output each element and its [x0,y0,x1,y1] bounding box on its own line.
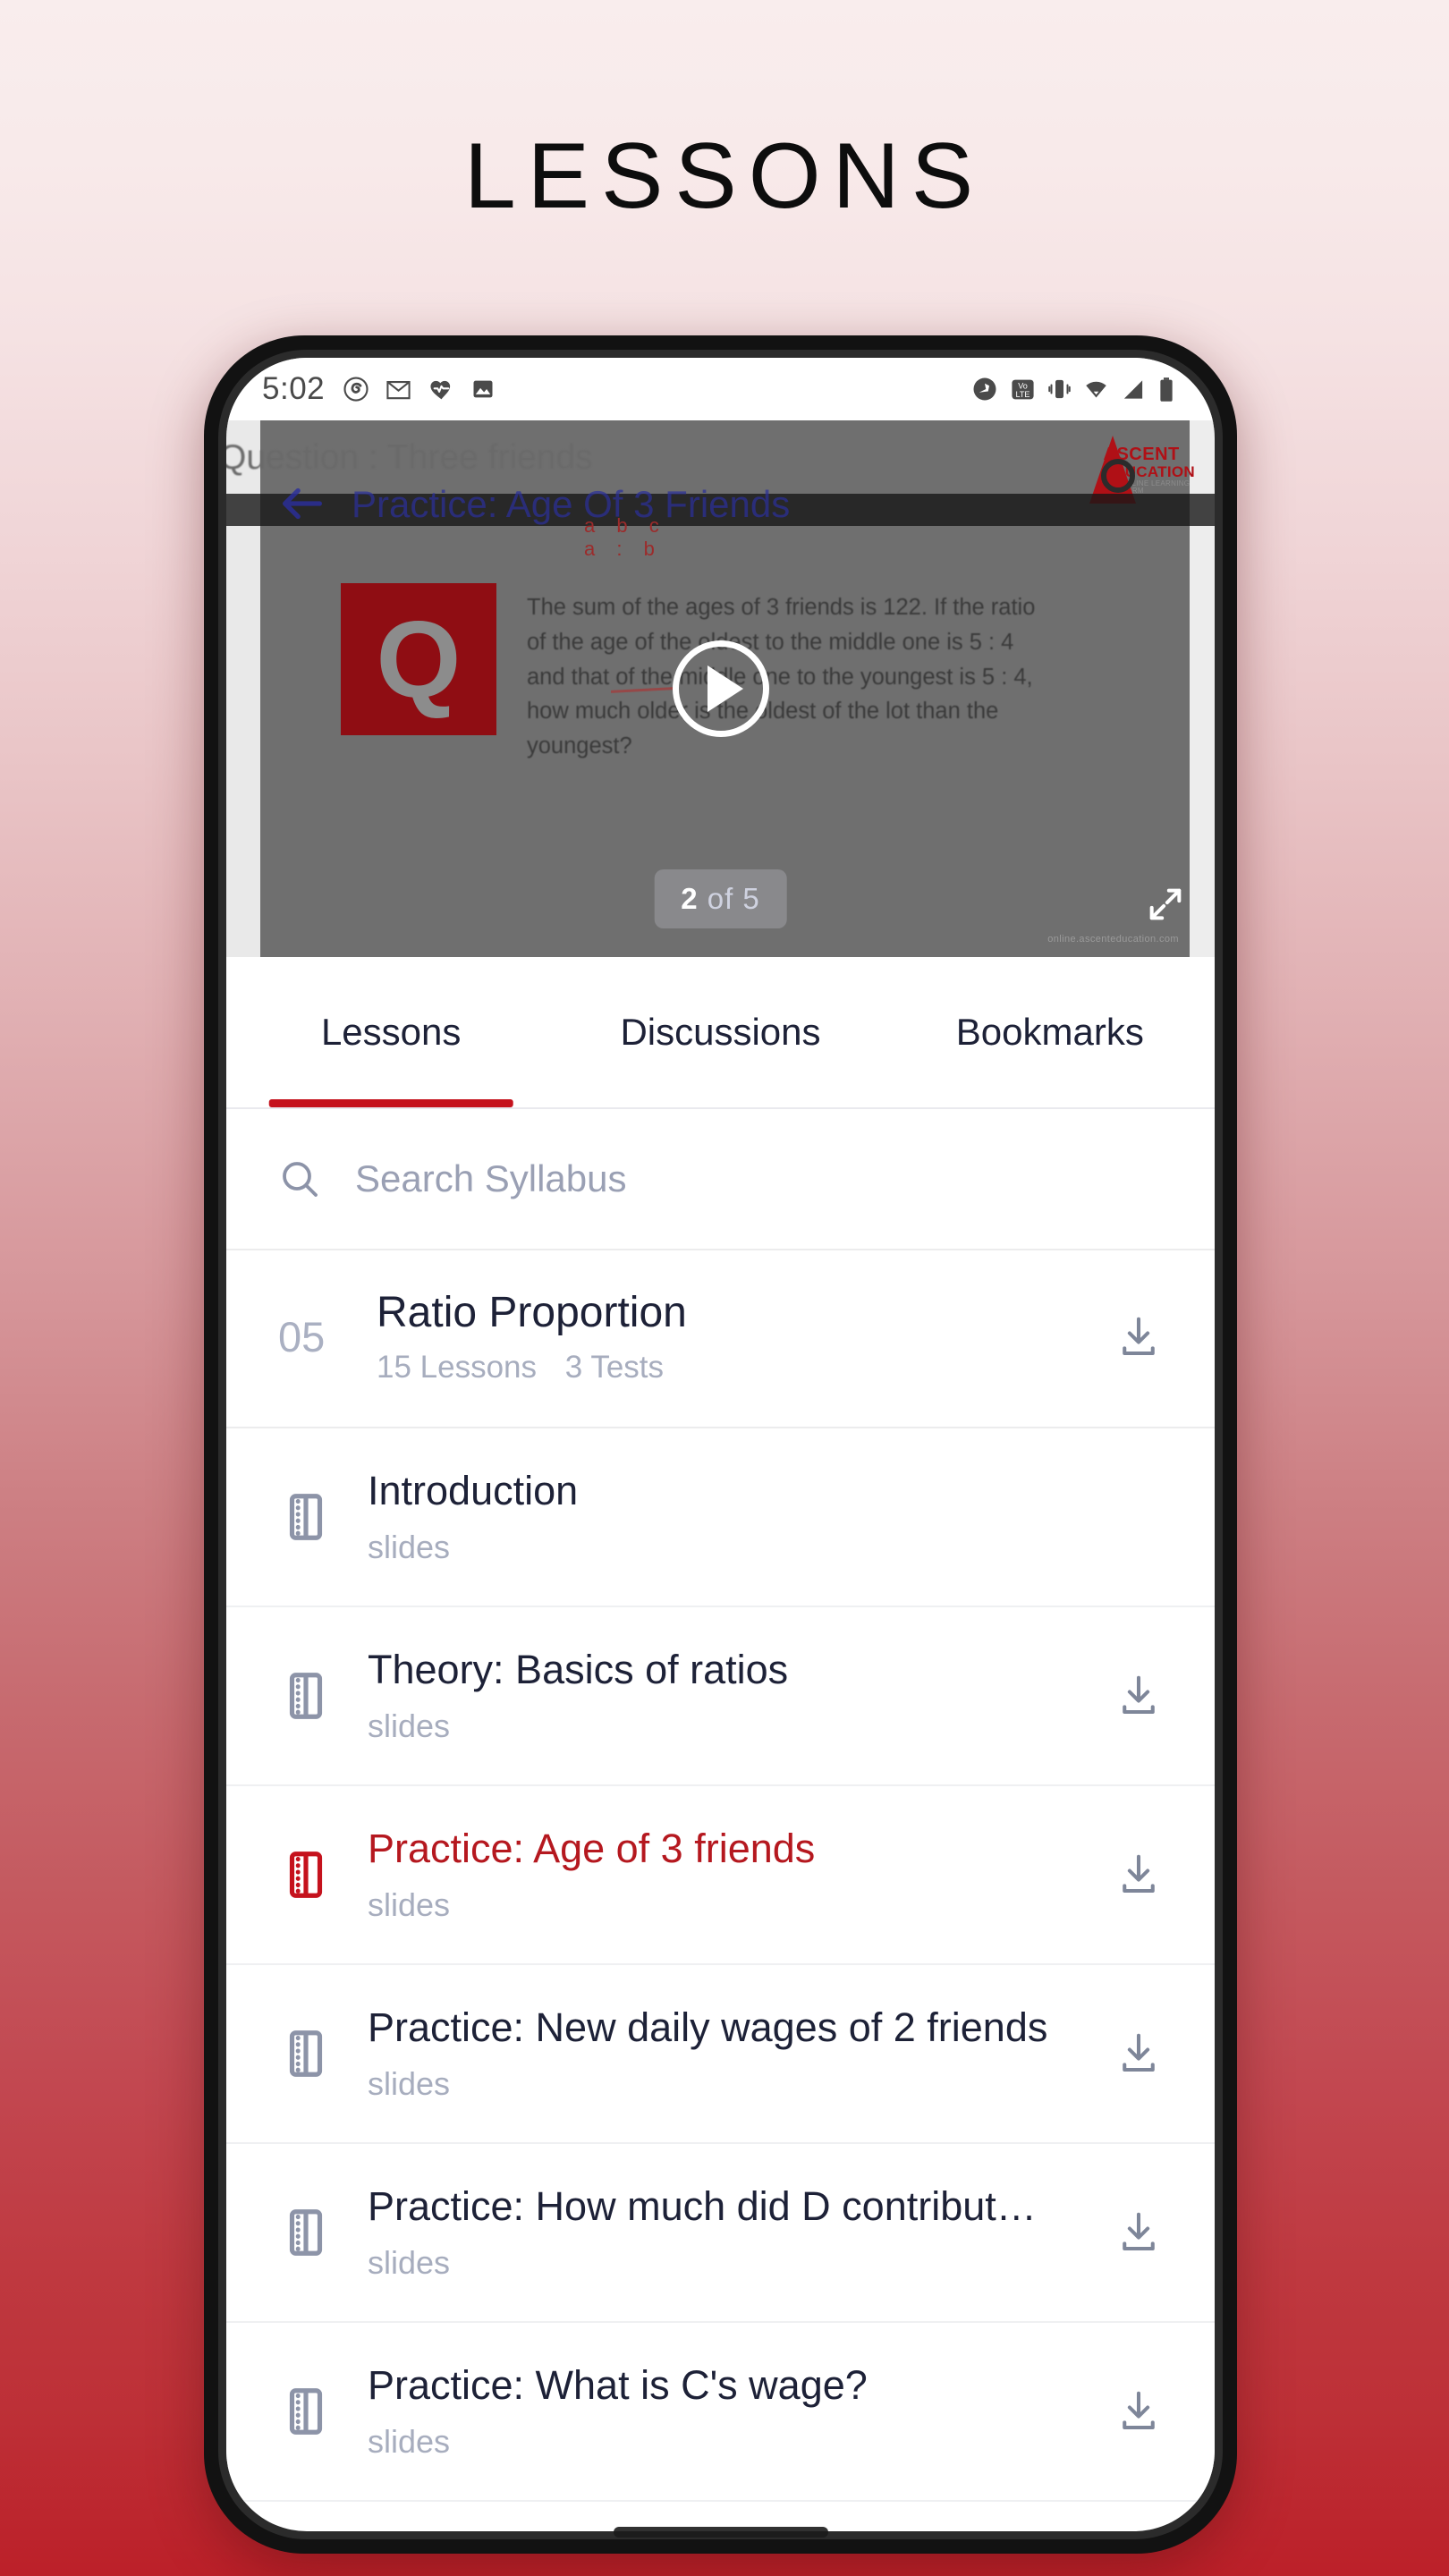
film-strip-icon [278,1847,334,1902]
film-strip-icon [278,1489,334,1545]
tab-bar: Lessons Discussions Bookmarks [226,957,1215,1109]
lesson-subtitle: slides [368,2423,451,2460]
lesson-title: Practice: New daily wages of 2 friends [368,2004,1048,2050]
tab-lessons-label: Lessons [320,1011,462,1053]
page-title: LESSONS [463,124,986,228]
battery-icon [1157,377,1175,402]
video-player[interactable]: Question : Three friends ASCENT EDUCATIO… [226,420,1215,957]
svg-text:LTE: LTE [1016,389,1030,398]
list-item-active[interactable]: Practice: Age of 3 friends slides [226,1786,1215,1965]
lesson-title: Practice: How much did D contribut… [368,2183,1037,2229]
annotation-line-2: a : b [584,538,663,561]
lesson-title: Practice: Age of 3 friends [368,1826,816,1871]
question-text: The sum of the ages of 3 friends is 122.… [527,595,1036,758]
spiral-icon [343,376,369,402]
vibrate-icon [1047,377,1072,402]
list-item[interactable]: Theory: Basics of ratios slides [226,1607,1215,1786]
lesson-download-icon[interactable] [1114,1851,1163,1899]
search-bar[interactable]: Search Syllabus [226,1109,1215,1250]
lesson-title: Practice: What is C's wage? [368,2362,868,2408]
tab-discussions[interactable]: Discussions [555,957,885,1107]
search-icon [278,1157,321,1200]
film-strip-icon [278,2384,334,2439]
film-strip-icon [278,1668,334,1724]
lesson-subtitle: slides [368,2244,451,2281]
lesson-download-icon[interactable] [1114,2387,1163,2436]
slide-current: 2 [681,882,699,915]
list-item[interactable]: Practice: How much did D contribut… slid… [226,2144,1215,2323]
lesson-text-block: Introduction slides [368,1468,1114,1566]
phone-screen: 5:02 Vo LTE Question: Three friends ASC… [226,358,1215,2531]
lesson-text-block: Theory: Basics of ratios slides [368,1647,1114,1745]
chapter-title: Ratio Proportion [377,1289,687,1336]
slide-counter: 2 of 5 [654,869,787,928]
play-triangle-icon [708,665,743,712]
svg-text:Vo: Vo [1018,381,1028,390]
lesson-download-icon[interactable] [1114,2029,1163,2078]
question-thumbnail: Q [341,583,496,735]
navigation-home-indicator[interactable] [613,2527,828,2538]
lesson-title: Introduction [368,1468,579,1513]
tab-discussions-label: Discussions [620,1011,821,1053]
lesson-download-icon[interactable] [1114,2208,1163,2257]
lesson-subtitle: slides [368,1886,451,1923]
heart-health-icon [428,377,455,402]
annotation-line-1: a b c [584,514,667,537]
list-item[interactable]: Practice: What is C's wage? slides [226,2323,1215,2502]
status-bar: 5:02 Vo LTE [226,358,1215,420]
list-item[interactable]: Practice: New daily wages of 2 friends s… [226,1965,1215,2144]
signal-icon [1121,377,1146,402]
chapter-tests-count: 3 Tests [564,1350,665,1385]
volte-icon: Vo LTE [1010,377,1036,402]
chapter-download-icon[interactable] [1114,1313,1163,1361]
back-arrow-icon[interactable] [276,478,328,530]
phone-bezel: 5:02 Vo LTE Question: Three friends ASC… [218,350,1223,2539]
lesson-subtitle: slides [368,2065,451,2102]
tab-bookmarks-label: Bookmarks [955,1011,1144,1053]
video-title: Practice: Age Of 3 Friends [352,483,791,525]
slide-watermark: online.ascenteducation.com [1047,934,1179,945]
tab-bookmarks[interactable]: Bookmarks [886,957,1215,1107]
lesson-text-block: Practice: Age of 3 friends slides [368,1826,1114,1924]
lesson-text-block: Practice: How much did D contribut… slid… [368,2183,1114,2282]
list-item[interactable]: Introduction slides [226,1428,1215,1607]
chapter-number: 05 [278,1313,326,1360]
lesson-text-block: Practice: What is C's wage? slides [368,2362,1114,2461]
status-right-icons: Vo LTE [971,376,1175,402]
location-compass-icon [971,376,998,402]
phone-device-frame: 5:02 Vo LTE Question: Three friends ASC… [204,335,1237,2554]
slide-total: of 5 [707,882,760,915]
slide-heading: Question : Three friends [226,438,593,477]
lesson-title: Theory: Basics of ratios [368,1647,789,1692]
tab-lessons[interactable]: Lessons [226,957,555,1107]
wifi-icon [1083,377,1109,402]
lesson-download-icon[interactable] [1114,1672,1163,1720]
status-left-icons [343,376,496,402]
search-input[interactable]: Search Syllabus [355,1157,627,1200]
handwritten-annotation: a b c a : b [584,514,667,562]
photos-icon [470,377,496,402]
film-strip-icon [278,2205,334,2260]
lesson-subtitle: slides [368,1707,451,1744]
chapter-text-block: Ratio Proportion 15 Lessons 3 Tests [377,1288,1114,1385]
lesson-subtitle: slides [368,1529,451,1565]
lesson-text-block: Practice: New daily wages of 2 friends s… [368,2004,1114,2103]
chapter-lessons-count: 15 Lessons [377,1350,538,1385]
chapter-meta: 15 Lessons 3 Tests [377,1350,1114,1385]
fullscreen-expand-icon[interactable] [1145,884,1186,925]
chapter-header[interactable]: 05 Ratio Proportion 15 Lessons 3 Tests [226,1250,1215,1428]
gmail-icon [385,377,412,402]
play-button[interactable] [672,640,769,737]
film-strip-icon [278,2026,334,2081]
status-clock: 5:02 [262,371,326,406]
